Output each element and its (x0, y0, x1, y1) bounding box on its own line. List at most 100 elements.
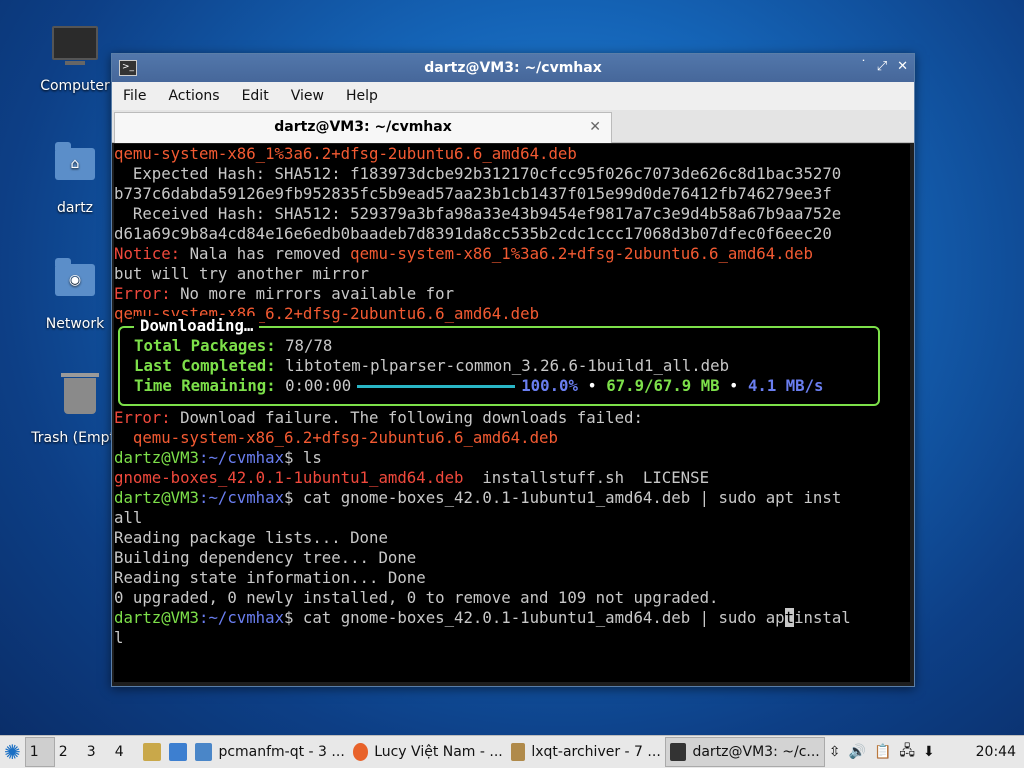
terminal-line: dartz@VM3:~/cvmhax$ cat gnome-boxes_42.0… (114, 488, 910, 508)
desktop-icon-label: dartz (56, 200, 94, 216)
terminal-line: Building dependency tree... Done (114, 548, 417, 567)
notice-label: Notice: (114, 244, 181, 263)
start-menu-button[interactable]: ✺ (0, 738, 25, 766)
terminal-line: dartz@VM3:~/cvmhax$ cat gnome-boxes_42.0… (114, 608, 910, 628)
terminal-line: Received Hash: SHA512: 529379a3bfa98a33e… (114, 204, 842, 223)
terminal-line: dartz@VM3:~/cvmhax$ ls (114, 448, 910, 468)
desktop-icon-label: Computer (40, 78, 110, 94)
error-label: Error: (114, 408, 171, 427)
tab-label: dartz@VM3: ~/cvmhax (274, 119, 452, 135)
file-manager-launcher[interactable] (139, 738, 165, 766)
trash-icon (56, 373, 104, 426)
tab-close-icon[interactable]: ✕ (589, 113, 601, 141)
lubuntu-logo-icon: ✺ (4, 740, 21, 764)
workspace-1[interactable]: 1 (24, 737, 55, 767)
total-value: 78/78 (275, 336, 333, 355)
task-label: pcmanfm-qt - 3 ... (218, 744, 345, 760)
task-terminal[interactable]: dartz@VM3: ~/c... (664, 737, 825, 767)
task-label: dartz@VM3: ~/c... (692, 744, 820, 760)
terminal-window: >_ dartz@VM3: ~/cvmhax ˙ ⤢ ✕ File Action… (111, 53, 915, 687)
download-speed: 4.1 MB/s (747, 376, 824, 395)
error-text: Download failure. The following download… (170, 408, 643, 427)
terminal-line: d61a69c9b8a4cd84e16e6edb0baadeb7d8391da8… (114, 224, 832, 243)
package-name: qemu-system-x86_1%3a6.2+dfsg-2ubuntu6.6_… (350, 244, 813, 263)
last-value: libtotem-plparser-common_3.26.6-1build1_… (275, 356, 730, 375)
time-label: Time Remaining: (134, 376, 276, 395)
task-firefox[interactable]: Lucy Việt Nam - ... (349, 738, 507, 766)
tray-arrow-icon[interactable]: ⇳ (825, 738, 845, 766)
terminal-line: qemu-system-x86_6.2+dfsg-2ubuntu6.6_amd6… (114, 428, 558, 447)
clock[interactable]: 20:44 (972, 738, 1024, 766)
terminal-icon (669, 743, 687, 761)
window-title: dartz@VM3: ~/cvmhax (424, 60, 602, 76)
prompt-path: :~/cvmhax (199, 608, 285, 627)
download-size: 67.9/67.9 MB (606, 376, 720, 395)
network-tray-icon[interactable]: 🖧 (895, 738, 919, 766)
task-label: Lucy Việt Nam - ... (374, 744, 503, 760)
desktop-icon-label: Network (45, 316, 105, 332)
task-label: lxqt-archiver - 7 ... (531, 744, 661, 760)
terminal-line: Reading package lists... Done (114, 528, 388, 547)
prompt-symbol: $ (284, 448, 303, 467)
terminal-line: Notice: Nala has removed qemu-system-x86… (114, 244, 910, 264)
terminal-line: all (114, 508, 143, 527)
tab-bar: dartz@VM3: ~/cvmhax ✕ (112, 110, 914, 143)
terminal-output[interactable]: qemu-system-x86_1%3a6.2+dfsg-2ubuntu6.6_… (114, 144, 910, 682)
last-label: Last Completed: (134, 356, 276, 375)
terminal-line: gnome-boxes_42.0.1-1ubuntu1_amd64.deb in… (114, 468, 910, 488)
close-button[interactable]: ✕ (897, 59, 908, 74)
prompt-path: :~/cvmhax (199, 448, 285, 467)
time-value: 0:00:00 (275, 376, 352, 395)
terminal-line: qemu-system-x86_1%3a6.2+dfsg-2ubuntu6.6_… (114, 144, 577, 163)
terminal-line: Error: No more mirrors available for (114, 284, 910, 304)
menu-edit[interactable]: Edit (231, 88, 280, 104)
total-label: Total Packages: (134, 336, 276, 355)
volume-icon[interactable]: 🔊 (845, 738, 870, 766)
network-folder-icon: ◉ (51, 258, 99, 312)
command-text: ls (302, 448, 322, 467)
prompt-symbol: $ (284, 608, 303, 627)
show-desktop-button[interactable] (165, 738, 191, 766)
separator: • (577, 376, 607, 395)
task-archiver[interactable]: lxqt-archiver - 7 ... (507, 738, 665, 766)
window-titlebar[interactable]: >_ dartz@VM3: ~/cvmhax ˙ ⤢ ✕ (112, 54, 914, 82)
desktop-icon-home[interactable]: ⌂ dartz (25, 140, 125, 216)
terminal-line: 0 upgraded, 0 newly installed, 0 to remo… (114, 588, 719, 607)
ls-entry-deb: gnome-boxes_42.0.1-1ubuntu1_amd64.deb (114, 468, 464, 487)
menu-view[interactable]: View (280, 88, 335, 104)
task-pcmanfm[interactable]: pcmanfm-qt - 3 ... (191, 738, 349, 766)
prompt-symbol: $ (284, 488, 303, 507)
clipboard-icon[interactable]: 📋 (870, 738, 895, 766)
workspace-2[interactable]: 2 (55, 738, 83, 766)
home-folder-icon: ⌂ (51, 142, 99, 196)
command-text: cat gnome-boxes_42.0.1-1ubuntu1_amd64.de… (302, 488, 842, 507)
update-notifier-icon[interactable]: ⬇ (919, 738, 939, 766)
maximize-button[interactable]: ⤢ (877, 59, 887, 74)
progress-percent: 100.0% (521, 376, 578, 395)
ls-entries: installstuff.sh LICENSE (463, 468, 710, 487)
taskbar: ✺ 1 2 3 4 pcmanfm-qt - 3 ... Lucy Việt N… (0, 735, 1024, 768)
tab-terminal[interactable]: dartz@VM3: ~/cvmhax ✕ (114, 112, 612, 143)
progress-bar (357, 385, 516, 388)
command-text: instal (794, 608, 851, 627)
notice-text: Nala has removed (180, 244, 351, 263)
download-progress-box: Downloading… Total Packages: 78/78 Last … (118, 316, 880, 406)
menu-help[interactable]: Help (335, 88, 389, 104)
archive-icon (142, 743, 161, 761)
menu-actions[interactable]: Actions (157, 88, 230, 104)
minimize-button[interactable]: ˙ (860, 59, 867, 74)
desktop-icon (168, 743, 187, 761)
terminal-line: Error: Download failure. The following d… (114, 408, 910, 428)
total-packages-row: Total Packages: 78/78 (134, 336, 332, 356)
separator: • (719, 376, 748, 395)
menu-file[interactable]: File (112, 88, 157, 104)
terminal-line: b737c6dabda59126e9fb952835fc5b9ead57aa23… (114, 184, 832, 203)
error-text: No more mirrors available for (170, 284, 455, 303)
prompt-user: dartz@VM3 (114, 448, 200, 467)
download-title: Downloading… (134, 316, 260, 336)
workspace-4[interactable]: 4 (111, 738, 139, 766)
desktop-icon-computer[interactable]: Computer (25, 22, 125, 94)
desktop-icon-network[interactable]: ◉ Network (25, 256, 125, 332)
prompt-user: dartz@VM3 (114, 608, 200, 627)
workspace-3[interactable]: 3 (83, 738, 111, 766)
